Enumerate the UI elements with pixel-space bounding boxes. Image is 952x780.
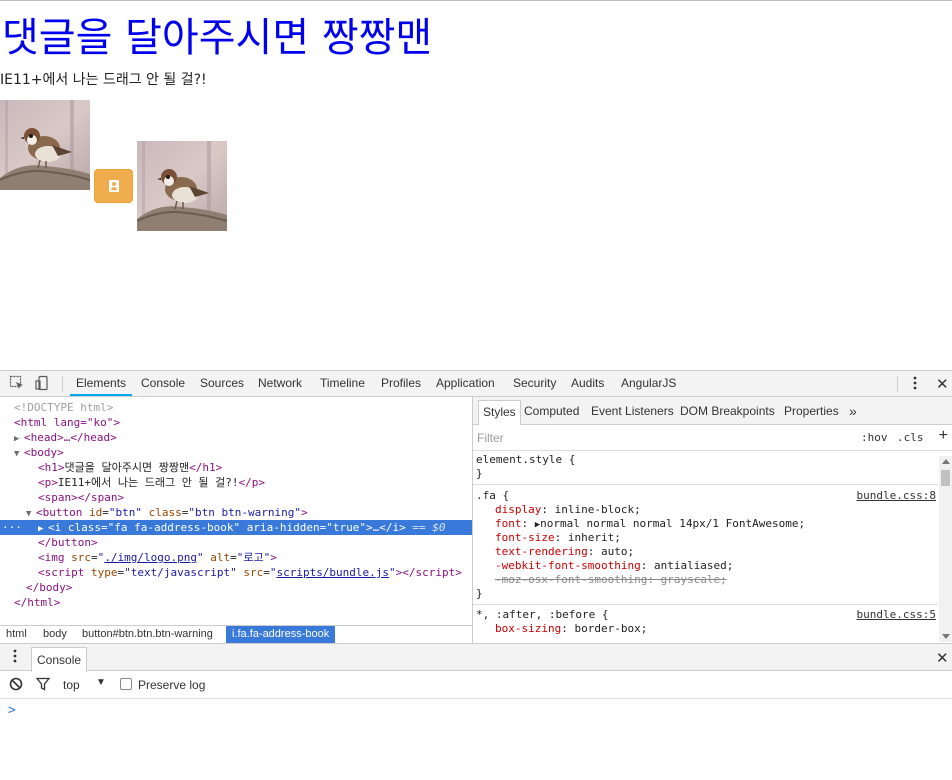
style-rules: element.style { } .fa { bundle.css:8 dis…: [473, 451, 938, 643]
rule-close-brace: }: [476, 467, 483, 480]
more-tabs-chevron-icon[interactable]: »: [849, 397, 857, 425]
drawer-menu-icon[interactable]: [6, 648, 24, 666]
dom-node-selected[interactable]: ··· ▶ <i class="fa fa-address-book" aria-h…: [0, 520, 472, 535]
tab-sources[interactable]: Sources: [200, 371, 244, 396]
dom-node[interactable]: </html>: [0, 595, 472, 610]
breadcrumb-item[interactable]: body: [37, 626, 73, 643]
tab-properties[interactable]: Properties: [784, 397, 839, 425]
rule-source-link[interactable]: bundle.css:5: [857, 608, 936, 622]
drawer-tab-bar: Console ✕: [0, 643, 952, 672]
window-top-border: [0, 0, 952, 1]
tab-network[interactable]: Network: [258, 371, 302, 396]
preserve-log-label: Preserve log: [138, 678, 206, 692]
close-drawer-icon[interactable]: ✕: [936, 649, 949, 667]
tab-security[interactable]: Security: [513, 371, 556, 396]
inspect-element-icon[interactable]: [8, 375, 26, 393]
devtools-toolbar: Elements Console Sources Network Timelin…: [0, 371, 952, 397]
css-property-overridden[interactable]: -moz-osx-font-smoothing: grayscale;: [495, 573, 727, 587]
dom-node[interactable]: ▼ <body>: [0, 445, 472, 460]
rule-selector: .fa {: [476, 489, 510, 502]
styles-pane: Styles Computed Event Listeners DOM Brea…: [473, 397, 952, 643]
breadcrumb-item[interactable]: button#btn.btn.btn-warning: [76, 626, 219, 643]
styles-scrollbar[interactable]: [939, 456, 952, 642]
tab-console[interactable]: Console: [141, 371, 185, 396]
dom-node[interactable]: </body>: [0, 580, 472, 595]
hover-state-toggle[interactable]: :hov: [861, 431, 888, 444]
dom-node[interactable]: <p>IE11+에서 나는 드래그 안 될 걸?!</p>: [0, 475, 472, 490]
logo-image: [0, 100, 90, 190]
styles-tab-bar: Styles Computed Event Listeners DOM Brea…: [473, 397, 952, 425]
breadcrumb: html body button#btn.btn.btn-warning i.f…: [0, 625, 472, 643]
dom-node[interactable]: <img src="./img/logo.png" alt="로고">: [0, 550, 472, 565]
dom-tree: <!DOCTYPE html> <html lang="ko"> ▶ <head>…: [0, 397, 472, 625]
breadcrumb-item[interactable]: html: [0, 626, 33, 643]
tab-elements[interactable]: Elements: [70, 371, 133, 396]
styles-filter-bar: Filter :hov .cls +: [473, 425, 952, 451]
clear-console-icon[interactable]: [9, 677, 23, 694]
scroll-up-arrow-icon[interactable]: [942, 459, 950, 464]
dom-node[interactable]: <h1>댓글을 달아주시면 짱짱맨</h1>: [0, 460, 472, 475]
rule-divider: [473, 484, 938, 485]
dom-node[interactable]: <!DOCTYPE html>: [0, 400, 472, 415]
console-prompt[interactable]: >: [8, 703, 16, 718]
console-toolbar: top ▼ Preserve log: [0, 671, 952, 699]
page-heading: 댓글을 달아주시면 짱짱맨: [2, 15, 433, 61]
dom-node[interactable]: <html lang="ko">: [0, 415, 472, 430]
toolbar-separator: [897, 376, 898, 392]
tab-computed[interactable]: Computed: [524, 397, 579, 425]
address-book-button[interactable]: [94, 169, 133, 203]
new-style-rule-icon[interactable]: +: [939, 427, 948, 445]
dom-node[interactable]: <span></span>: [0, 490, 472, 505]
rule-selector: *, :after, :before {: [476, 608, 609, 621]
dom-node[interactable]: </button>: [0, 535, 472, 550]
tab-application[interactable]: Application: [436, 371, 495, 396]
tab-event-listeners[interactable]: Event Listeners: [591, 397, 674, 425]
tab-profiles[interactable]: Profiles: [381, 371, 421, 396]
devtools-panel: Elements Console Sources Network Timelin…: [0, 370, 952, 780]
css-property[interactable]: display: inline-block;: [495, 503, 641, 517]
preserve-log-checkbox[interactable]: [120, 678, 132, 690]
page-paragraph: IE11+에서 나는 드래그 안 될 걸?!: [0, 72, 207, 88]
dom-node[interactable]: <script type="text/javascript" src="scri…: [0, 565, 472, 580]
context-selector[interactable]: top: [63, 678, 80, 692]
close-devtools-icon[interactable]: ✕: [936, 375, 949, 393]
scrollbar-thumb[interactable]: [941, 470, 950, 486]
address-book-icon: [108, 180, 119, 192]
class-toggle[interactable]: .cls: [897, 431, 924, 444]
element-style-selector: element.style {: [476, 453, 576, 466]
rule-source-link[interactable]: bundle.css:8: [857, 489, 936, 503]
context-dropdown-icon[interactable]: ▼: [96, 677, 106, 688]
styles-filter-input[interactable]: Filter: [477, 431, 504, 445]
toolbar-separator: [62, 376, 63, 392]
dom-node[interactable]: ▶ <head>…</head>: [0, 430, 472, 445]
css-property[interactable]: box-sizing: border-box;: [495, 622, 647, 636]
dom-node[interactable]: ▼ <button id="btn" class="btn btn-warning…: [0, 505, 472, 520]
tab-angularjs[interactable]: AngularJS: [621, 371, 676, 396]
device-toolbar-icon[interactable]: [33, 375, 51, 393]
css-property[interactable]: font-size: inherit;: [495, 531, 621, 545]
breadcrumb-item-active[interactable]: i.fa.fa-address-book: [226, 626, 336, 643]
rule-close-brace: }: [476, 587, 483, 600]
more-options-icon[interactable]: [906, 375, 924, 393]
logo-image: [137, 141, 227, 231]
more-actions-icon[interactable]: ···: [2, 520, 22, 535]
scroll-down-arrow-icon[interactable]: [942, 634, 950, 639]
filter-icon[interactable]: [35, 677, 51, 694]
rule-divider: [473, 604, 938, 605]
css-property[interactable]: text-rendering: auto;: [495, 545, 634, 559]
drawer-tab-console[interactable]: Console: [31, 647, 88, 672]
tab-timeline[interactable]: Timeline: [320, 371, 365, 396]
tab-dom-breakpoints[interactable]: DOM Breakpoints: [680, 397, 775, 425]
css-property[interactable]: font: ▶normal normal normal 14px/1 FontA…: [495, 517, 805, 531]
css-property[interactable]: -webkit-font-smoothing: antialiased;: [495, 559, 733, 573]
tab-audits[interactable]: Audits: [571, 371, 604, 396]
tab-styles[interactable]: Styles: [478, 400, 521, 425]
